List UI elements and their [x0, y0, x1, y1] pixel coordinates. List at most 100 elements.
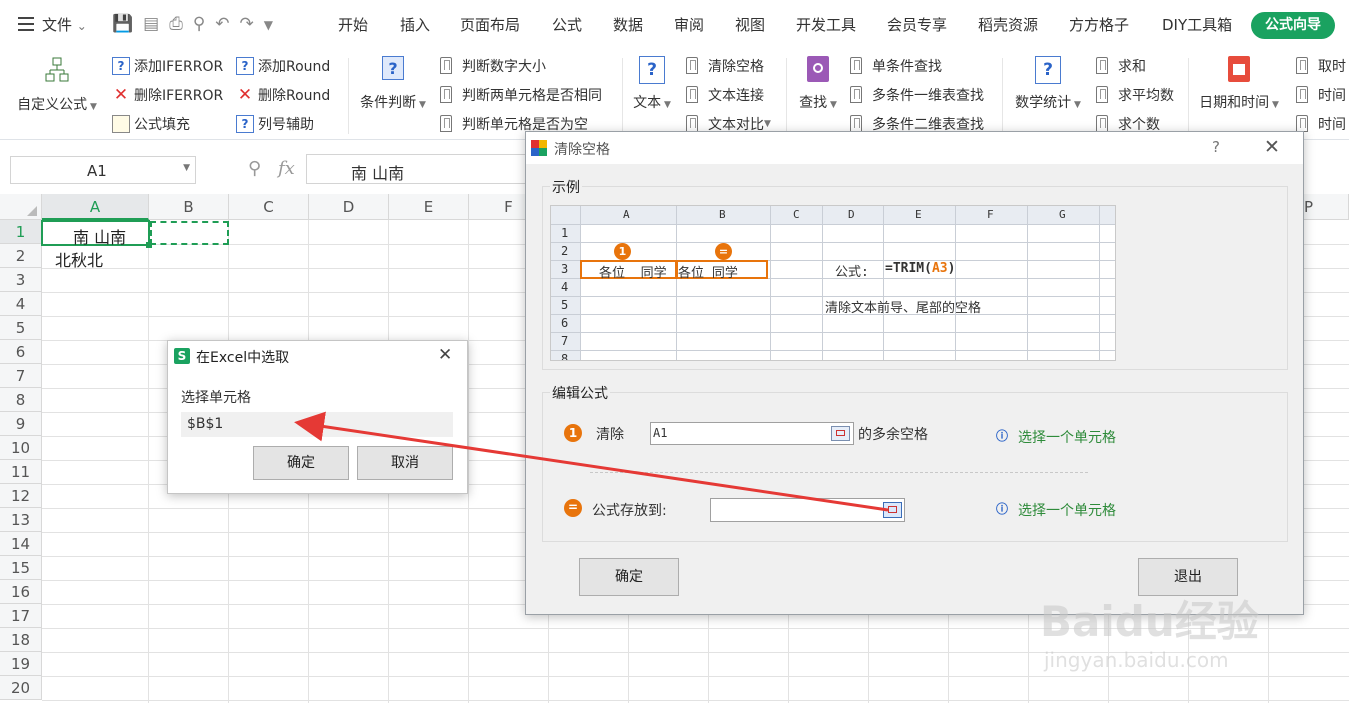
- row-header[interactable]: 3: [0, 268, 42, 292]
- del-round-button[interactable]: ✕ 删除Round: [236, 84, 330, 106]
- pick-cancel-button[interactable]: 取消: [357, 446, 453, 480]
- row-header[interactable]: 20: [0, 676, 42, 700]
- save-icon[interactable]: 💾: [112, 14, 133, 36]
- help-icon[interactable]: ?: [1212, 138, 1220, 156]
- clear-space-button[interactable]: 清除空格: [686, 55, 764, 77]
- delete-x-icon: ✕: [113, 85, 129, 105]
- row-header[interactable]: 5: [0, 316, 42, 340]
- row-header[interactable]: 9: [0, 412, 42, 436]
- row-header[interactable]: 15: [0, 556, 42, 580]
- dialog-title: 清除空格: [554, 142, 610, 158]
- range-picker-icon[interactable]: [831, 426, 850, 441]
- name-box[interactable]: A1 ▼: [10, 156, 196, 184]
- tab-review[interactable]: 审阅: [674, 14, 704, 35]
- tab-ffcell[interactable]: 方方格子: [1069, 14, 1129, 35]
- customize-dropdown-icon[interactable]: ▼: [264, 14, 273, 36]
- row-header[interactable]: 17: [0, 604, 42, 628]
- row-header[interactable]: 4: [0, 292, 42, 316]
- tab-page-layout[interactable]: 页面布局: [460, 14, 520, 35]
- bookmark-icon: [440, 57, 458, 75]
- column-header[interactable]: B: [149, 194, 229, 220]
- redo-icon[interactable]: ↷: [240, 14, 254, 36]
- cell-b1-marching-ants[interactable]: [150, 221, 229, 245]
- example-col-c: C: [793, 208, 800, 221]
- row-header[interactable]: 7: [0, 364, 42, 388]
- tab-docer[interactable]: 稻壳资源: [978, 14, 1038, 35]
- row-header[interactable]: 6: [0, 340, 42, 364]
- fx-icon[interactable]: fx: [278, 158, 295, 179]
- cell-a2-text[interactable]: 北秋北: [55, 247, 103, 271]
- single-lookup-button[interactable]: 单条件查找: [850, 55, 942, 77]
- judge-number-size-button[interactable]: 判断数字大小: [440, 55, 546, 77]
- row-header[interactable]: 18: [0, 628, 42, 652]
- row-header[interactable]: 12: [0, 484, 42, 508]
- chevron-down-icon[interactable]: ▼: [183, 163, 190, 173]
- print-preview-icon[interactable]: ⚲: [193, 14, 205, 36]
- row-header[interactable]: 10: [0, 436, 42, 460]
- tab-formula-wizard[interactable]: 公式向导: [1251, 12, 1335, 39]
- take-time-button[interactable]: 取时: [1296, 55, 1346, 77]
- row-header[interactable]: 16: [0, 580, 42, 604]
- tab-data[interactable]: 数据: [613, 14, 643, 35]
- pick-cell-input[interactable]: $B$1: [181, 412, 453, 437]
- sum-button[interactable]: 求和: [1096, 55, 1146, 77]
- datetime-button[interactable]: 日期和时间 ▼: [1194, 56, 1284, 112]
- pick-cell-value: $B$1: [187, 416, 224, 432]
- example-col-d: D: [848, 208, 855, 221]
- clear-cell-input[interactable]: A1: [650, 422, 854, 445]
- column-header[interactable]: D: [309, 194, 389, 220]
- undo-icon[interactable]: ↶: [215, 14, 229, 36]
- math-stats-button[interactable]: ? 数学统计 ▼: [1008, 56, 1088, 112]
- row-header[interactable]: 2: [0, 244, 42, 268]
- select-all-corner[interactable]: [0, 194, 42, 220]
- time-button-2[interactable]: 时间: [1296, 84, 1346, 106]
- judge-two-cells-button[interactable]: 判断两单元格是否相同: [440, 84, 602, 106]
- bookmark-icon: [1296, 86, 1314, 104]
- row-header[interactable]: 8: [0, 388, 42, 412]
- range-picker-icon[interactable]: [883, 502, 902, 518]
- tab-diy-toolbox[interactable]: DIY工具箱: [1162, 14, 1232, 35]
- dialog-titlebar[interactable]: 清除空格 ? ✕: [526, 132, 1303, 164]
- row-header[interactable]: 14: [0, 532, 42, 556]
- condition-judge-button[interactable]: ? 条件判断 ▼: [354, 56, 432, 112]
- column-header[interactable]: A: [42, 194, 149, 220]
- add-round-button[interactable]: ? 添加Round: [236, 55, 330, 77]
- formula-input[interactable]: 南 山南: [306, 154, 536, 184]
- file-menu[interactable]: 文件 ⌄: [42, 14, 87, 35]
- text-button[interactable]: ? 文本 ▼: [628, 56, 676, 112]
- row-header[interactable]: 19: [0, 652, 42, 676]
- print-icon[interactable]: ⎙: [169, 14, 183, 36]
- col-helper-button[interactable]: ? 列号辅助: [236, 113, 314, 135]
- export-pdf-icon[interactable]: ▤: [143, 14, 159, 36]
- example-row: 5: [561, 298, 569, 312]
- tab-insert[interactable]: 插入: [400, 14, 430, 35]
- tab-member[interactable]: 会员专享: [887, 14, 947, 35]
- clear-suffix: 的多余空格: [858, 427, 928, 443]
- text-concat-button[interactable]: 文本连接: [686, 84, 764, 106]
- hamburger-icon[interactable]: [18, 17, 34, 31]
- cell-a1[interactable]: 南 山南: [41, 220, 152, 248]
- pick-ok-button[interactable]: 确定: [253, 446, 349, 480]
- row-header[interactable]: 13: [0, 508, 42, 532]
- tab-home[interactable]: 开始: [338, 14, 368, 35]
- del-iferror-button[interactable]: ✕ 删除IFERROR: [112, 84, 223, 106]
- add-iferror-button[interactable]: ? 添加IFERROR: [112, 55, 223, 77]
- custom-formula-button[interactable]: 自定义公式 ▼: [12, 56, 102, 114]
- ok-button[interactable]: 确定: [579, 558, 679, 596]
- tab-formulas[interactable]: 公式: [552, 14, 582, 35]
- multi-1d-lookup-button[interactable]: 多条件一维表查找: [850, 84, 984, 106]
- tab-view[interactable]: 视图: [735, 14, 765, 35]
- tab-developer[interactable]: 开发工具: [796, 14, 856, 35]
- find-button[interactable]: 查找 ▼: [794, 56, 842, 112]
- close-icon[interactable]: ✕: [1264, 136, 1280, 158]
- row-header[interactable]: 11: [0, 460, 42, 484]
- formula-fill-button[interactable]: 公式填充: [112, 113, 190, 135]
- average-button[interactable]: 求平均数: [1096, 84, 1174, 106]
- row-header[interactable]: 1: [0, 220, 42, 244]
- store-cell-input[interactable]: [710, 498, 905, 522]
- org-chart-icon: [45, 57, 69, 82]
- column-header[interactable]: C: [229, 194, 309, 220]
- close-icon[interactable]: ✕: [438, 345, 452, 365]
- column-header[interactable]: E: [389, 194, 469, 220]
- zoom-icon[interactable]: ⚲: [248, 158, 261, 179]
